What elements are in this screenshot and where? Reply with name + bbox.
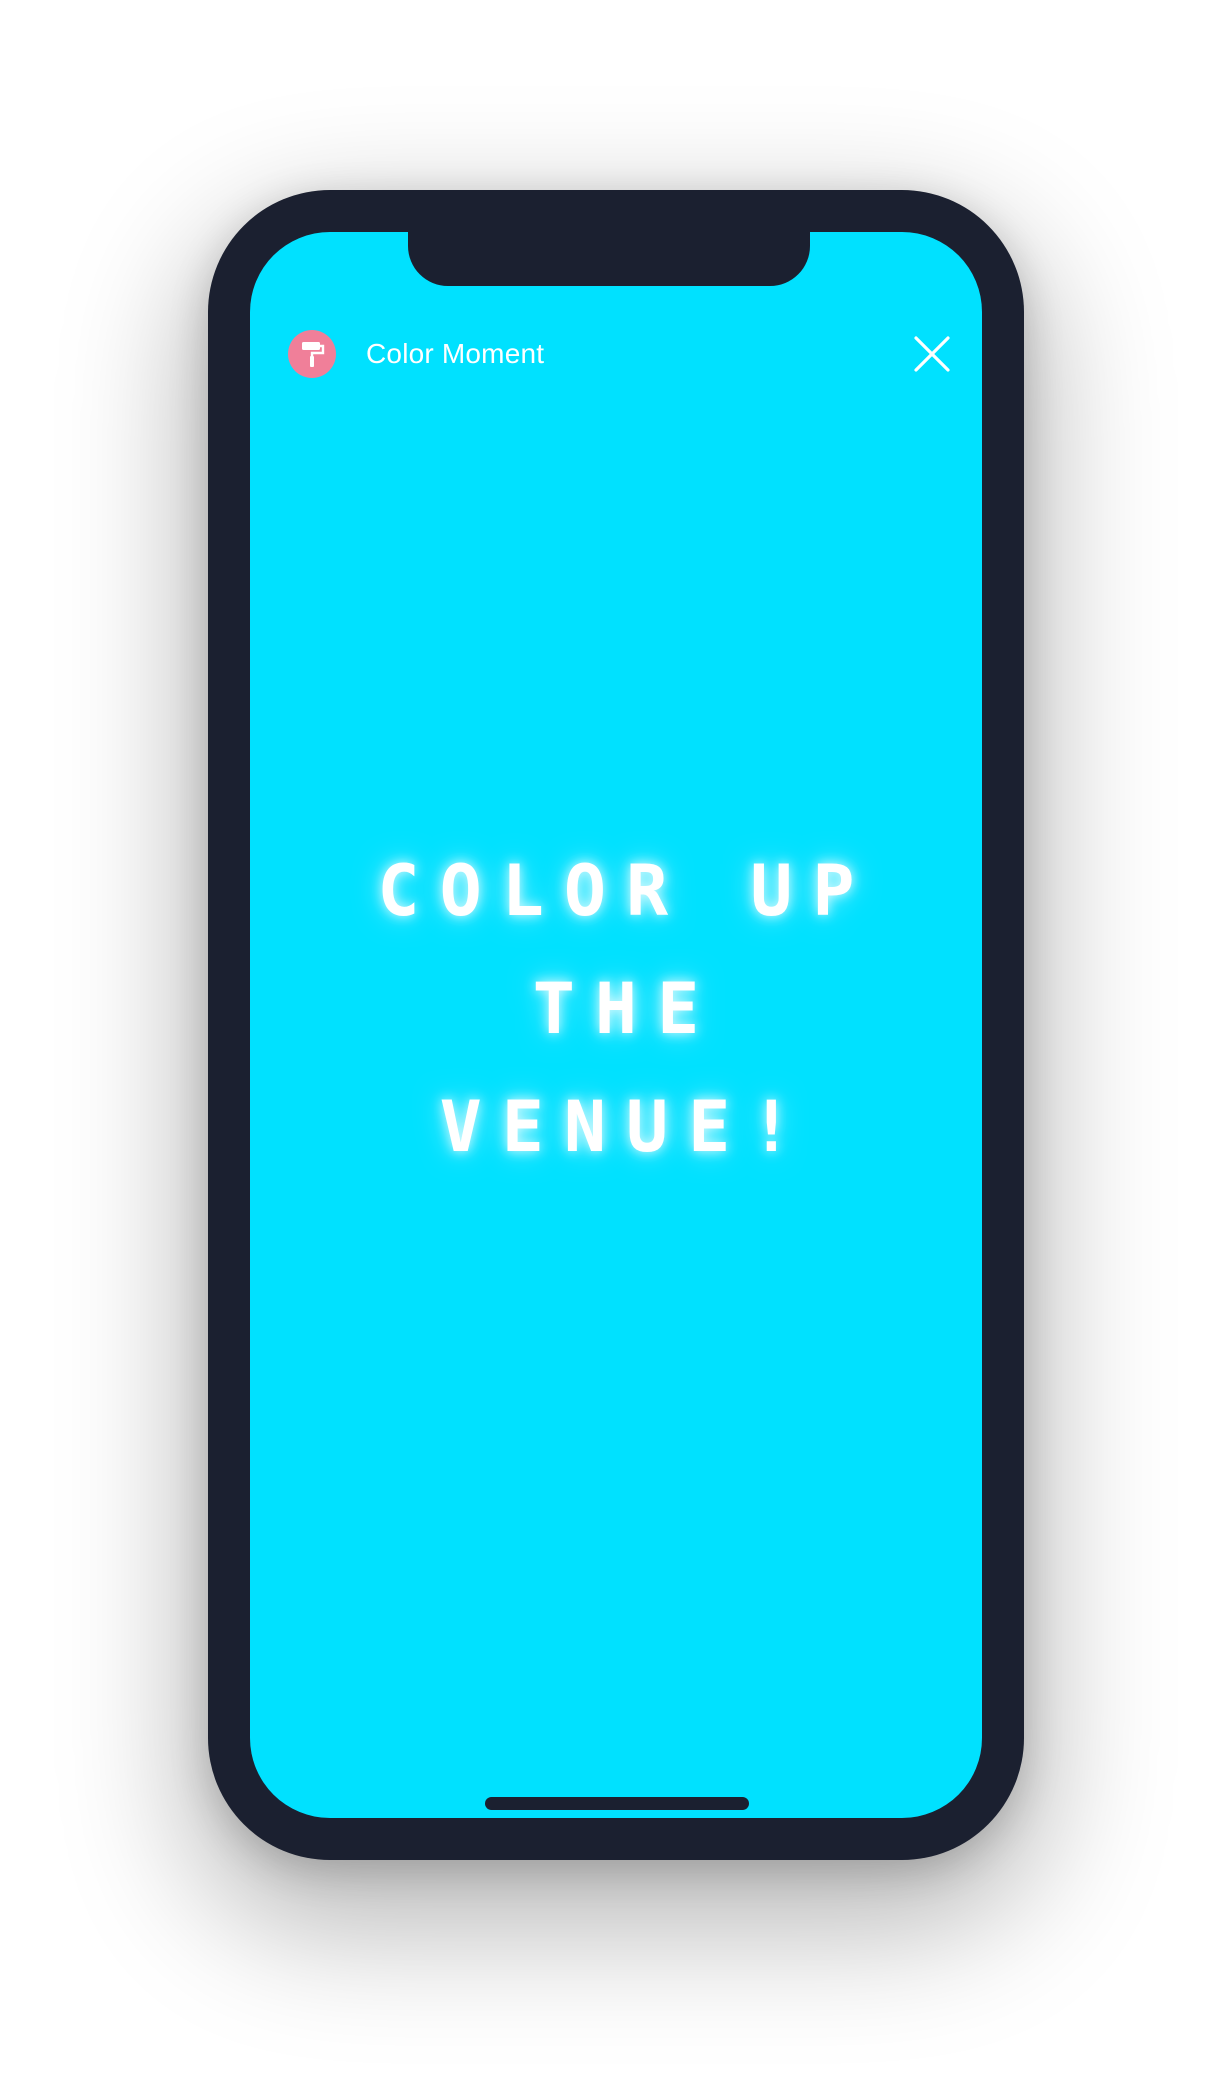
app-header: Color Moment — [288, 328, 952, 380]
stage: Color Moment Color up the venue! — [0, 0, 1232, 2082]
headline: Color up the venue! — [250, 832, 982, 1186]
phone-screen: Color Moment Color up the venue! — [250, 232, 982, 1818]
headline-line-3: venue! — [439, 1086, 813, 1168]
home-indicator[interactable] — [485, 1797, 749, 1810]
close-icon — [914, 336, 950, 372]
paint-roller-icon — [288, 330, 336, 378]
phone-frame: Color Moment Color up the venue! — [208, 190, 1024, 1860]
headline-line-1: Color up — [377, 850, 875, 932]
app-title: Color Moment — [366, 338, 545, 369]
phone-notch — [408, 232, 810, 286]
close-button[interactable] — [912, 334, 952, 374]
headline-line-2: the — [532, 968, 720, 1050]
